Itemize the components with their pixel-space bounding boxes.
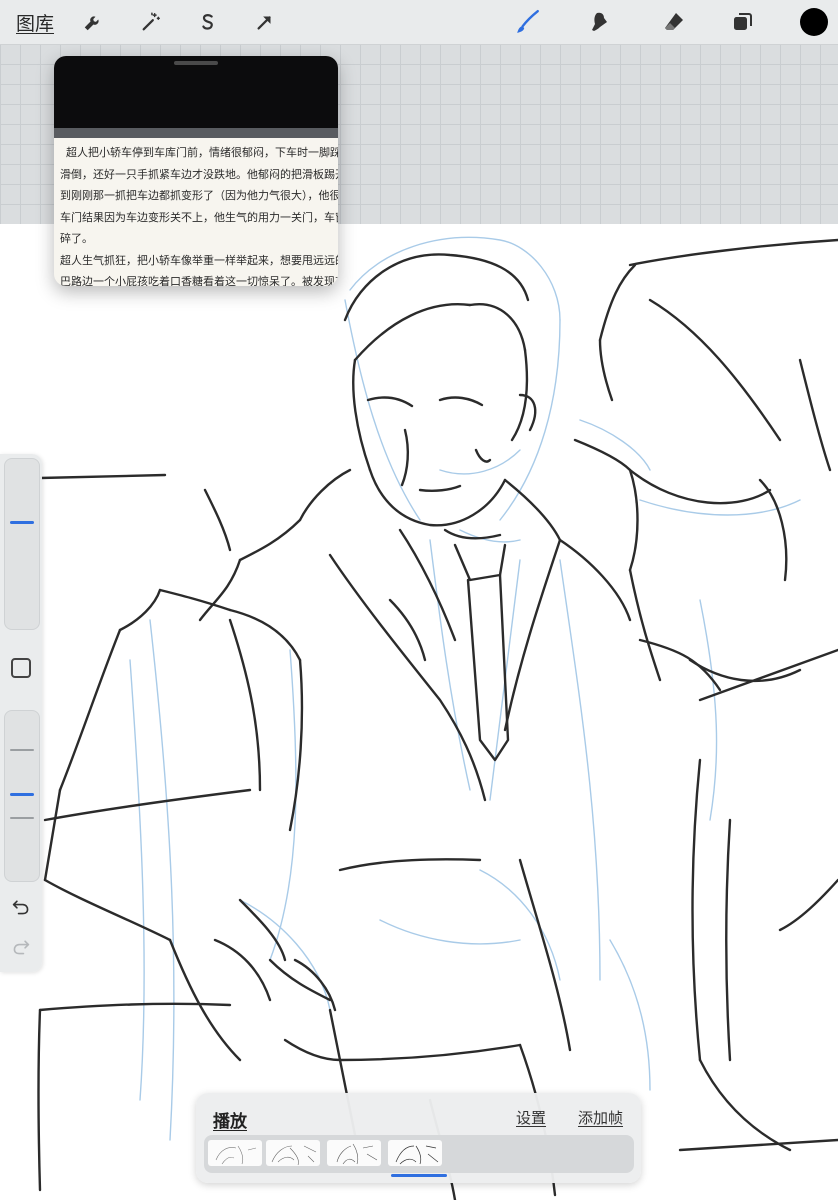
procreate-canvas-stage[interactable]: 图库 超人把小轿车停到车库门前，情绪很郁闷，下车时一脚踩到滑 滑倒，还好一只手抓… bbox=[0, 0, 838, 1200]
magic-wand-icon[interactable] bbox=[136, 7, 166, 37]
frame-thumbnail-4[interactable] bbox=[388, 1140, 442, 1166]
play-button[interactable]: 播放 bbox=[213, 1107, 247, 1132]
animation-assist-panel: 播放 设置 添加帧 bbox=[196, 1093, 641, 1183]
gallery-button[interactable]: 图库 bbox=[16, 9, 54, 36]
wrench-icon[interactable] bbox=[78, 7, 108, 37]
opacity-thumb[interactable] bbox=[10, 793, 34, 796]
color-picker-swatch[interactable] bbox=[800, 8, 828, 36]
reference-drag-handle[interactable] bbox=[174, 61, 218, 65]
reference-line: 超人生气抓狂，把小轿车像举重一样举起来，想要甩远远的， bbox=[60, 253, 338, 267]
smudge-icon[interactable] bbox=[586, 7, 616, 37]
brush-icon[interactable] bbox=[513, 7, 543, 37]
undo-icon[interactable] bbox=[9, 896, 33, 918]
settings-button[interactable]: 设置 bbox=[516, 1107, 546, 1128]
frame-timeline[interactable] bbox=[204, 1135, 634, 1173]
frame-thumbnail-3[interactable] bbox=[327, 1140, 381, 1166]
reference-line: 碎了。 bbox=[60, 232, 93, 245]
reference-dark-header bbox=[54, 56, 338, 128]
reference-browser-bar bbox=[54, 128, 338, 138]
arrow-cursor-icon[interactable] bbox=[250, 7, 280, 37]
brush-size-thumb[interactable] bbox=[10, 521, 34, 524]
selection-s-icon[interactable] bbox=[193, 7, 223, 37]
opacity-mark bbox=[10, 749, 34, 751]
layers-icon[interactable] bbox=[728, 7, 758, 37]
reference-window[interactable]: 超人把小轿车停到车库门前，情绪很郁闷，下车时一脚踩到滑 滑倒，还好一只手抓紧车边… bbox=[54, 56, 338, 286]
reference-text: 超人把小轿车停到车库门前，情绪很郁闷，下车时一脚踩到滑 滑倒，还好一只手抓紧车边… bbox=[54, 138, 338, 286]
add-frame-button[interactable]: 添加帧 bbox=[578, 1107, 623, 1128]
frame-thumbnail-2[interactable] bbox=[266, 1140, 320, 1166]
modify-square-button[interactable] bbox=[11, 658, 31, 678]
brush-size-slider[interactable] bbox=[4, 458, 40, 630]
reference-line: 巴路边一个小屁孩吃着口香糖看着这一切惊呆了。被发现有起 bbox=[60, 275, 338, 286]
eraser-icon[interactable] bbox=[659, 7, 689, 37]
frame-thumbnail-1[interactable] bbox=[208, 1140, 262, 1166]
top-toolbar: 图库 bbox=[0, 0, 838, 45]
left-sidebar bbox=[0, 454, 42, 972]
selected-frame-indicator bbox=[391, 1174, 447, 1177]
opacity-slider[interactable] bbox=[4, 710, 40, 882]
opacity-mark bbox=[10, 817, 34, 819]
reference-line: 车门结果因为车边变形关不上，他生气的用力一关门，车窗玻 bbox=[60, 210, 338, 224]
redo-icon[interactable] bbox=[9, 936, 33, 958]
reference-line: 到刚刚那一抓把车边都抓变形了（因为他力气很大），他很郁 bbox=[60, 189, 338, 202]
reference-line: 超人把小轿车停到车库门前，情绪很郁闷，下车时一脚踩到滑 bbox=[66, 146, 338, 159]
reference-line: 滑倒，还好一只手抓紧车边才没跌地。他郁闷的把滑板踢开， bbox=[60, 167, 338, 181]
